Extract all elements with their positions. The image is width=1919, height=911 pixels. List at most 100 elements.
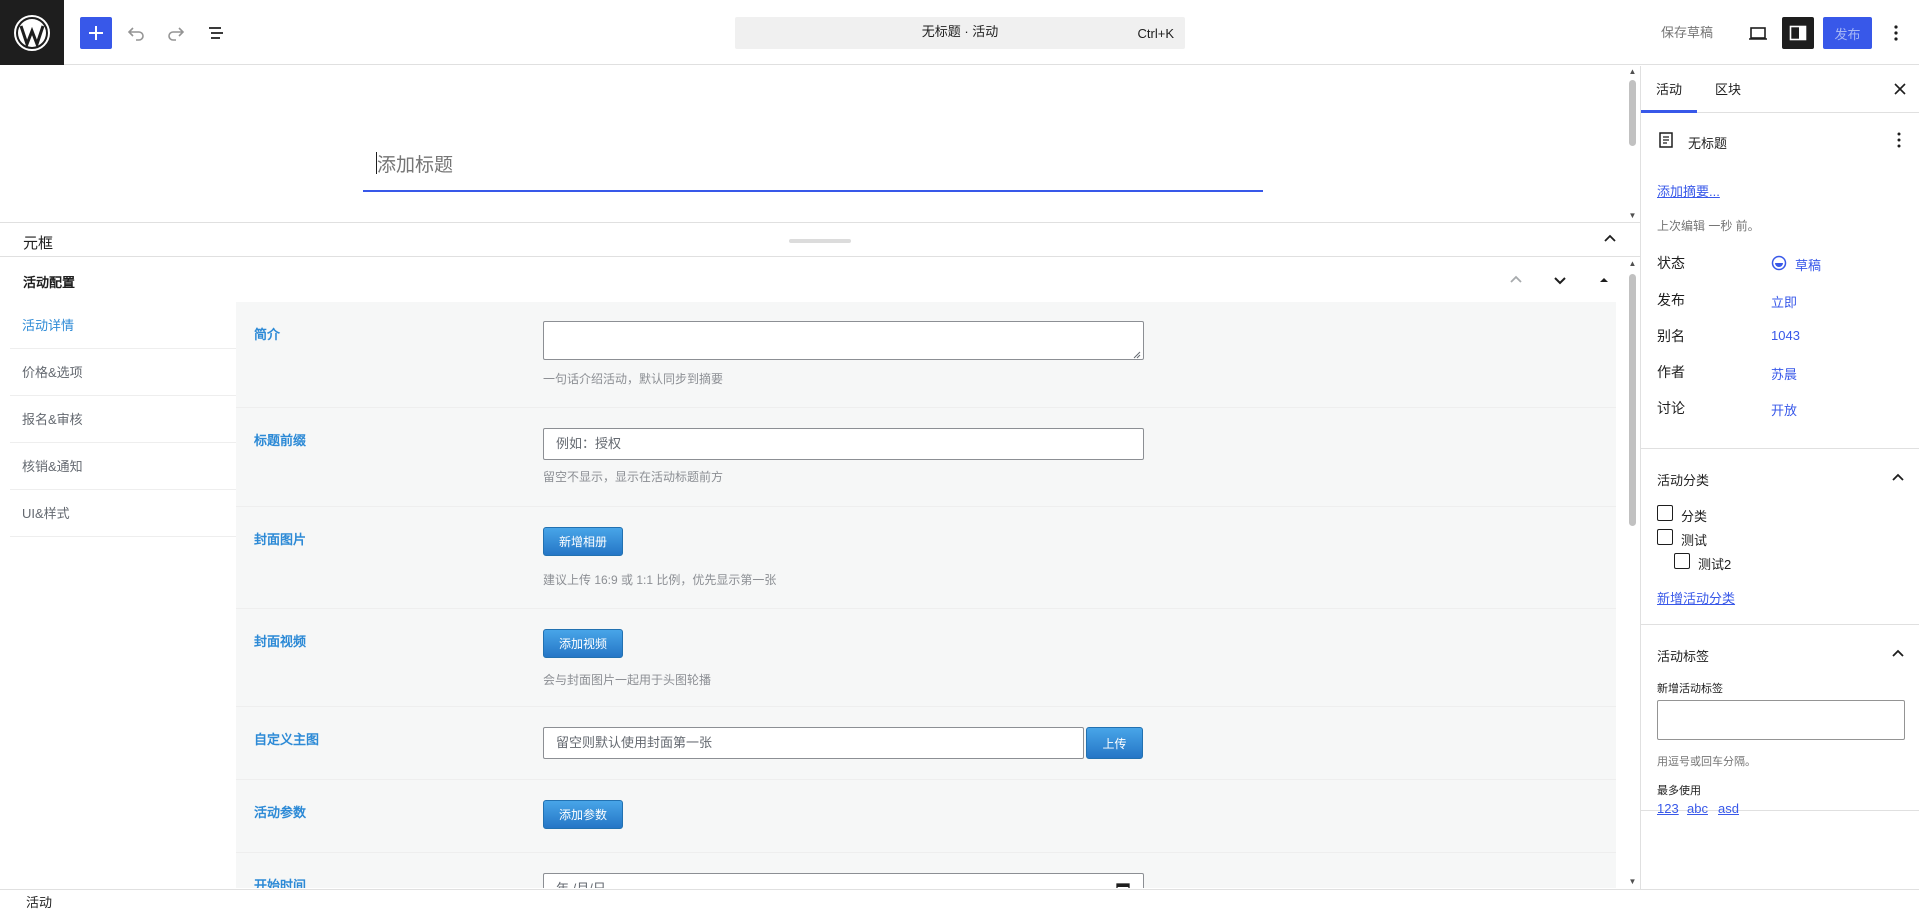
title-placeholder: 添加标题	[377, 155, 454, 176]
tab-block[interactable]: 区块	[1700, 66, 1756, 113]
params-label: 活动参数	[254, 805, 307, 820]
resize-grip-icon	[1133, 351, 1141, 359]
category-label: 测试2	[1698, 557, 1732, 572]
tab-ui-style[interactable]: UI&样式	[10, 490, 236, 537]
field-row-params: 活动参数 添加参数	[236, 780, 1616, 853]
metabox-title: 活动配置	[23, 275, 76, 290]
scroll-up-arrow[interactable]: ▲	[1628, 260, 1637, 268]
chevron-up-icon[interactable]	[1602, 231, 1618, 247]
upload-button[interactable]: 上传	[1086, 727, 1143, 759]
tab-activity-details[interactable]: 活动详情	[10, 302, 236, 349]
category-checkbox[interactable]	[1657, 505, 1673, 521]
add-block-button[interactable]	[80, 17, 112, 49]
settings-toggle-button[interactable]	[1782, 17, 1814, 49]
calendar-icon[interactable]	[1116, 882, 1130, 888]
more-vertical-icon[interactable]	[1890, 131, 1908, 149]
start-time-input[interactable]: 年 /月/日	[543, 873, 1144, 888]
field-row-cover-image: 封面图片 新增相册 建议上传 16:9 或 1:1 比例，优先显示第一张	[236, 507, 1616, 609]
publish-value[interactable]: 立即	[1771, 292, 1797, 311]
resize-handle[interactable]	[789, 239, 851, 243]
command-palette-bar[interactable]: 无标题 · 活动 Ctrl+K	[735, 17, 1185, 49]
intro-help: 一句话介绍活动，默认同步到摘要	[543, 372, 724, 386]
prefix-input[interactable]: 例如：授权	[543, 428, 1144, 460]
close-icon[interactable]	[1890, 79, 1910, 99]
status-value[interactable]: 草稿	[1795, 255, 1821, 274]
sidebar-tabs: 活动 区块	[1641, 66, 1919, 113]
category-checkbox[interactable]	[1657, 529, 1673, 545]
tags-title[interactable]: 活动标签	[1657, 646, 1709, 665]
chevron-up-icon[interactable]	[1890, 646, 1906, 662]
desktop-icon	[1749, 27, 1767, 40]
tab-price-options[interactable]: 价格&选项	[10, 349, 236, 396]
author-label: 作者	[1657, 364, 1685, 380]
post-title-input[interactable]	[363, 80, 1263, 192]
metabox-tabs: 活动详情 价格&选项 报名&审核 核销&通知 UI&样式	[10, 302, 236, 537]
publish-button[interactable]: 发布	[1823, 17, 1872, 49]
add-video-button[interactable]: 添加视频	[543, 629, 624, 658]
draft-status-icon	[1771, 255, 1787, 271]
author-value[interactable]: 苏晨	[1771, 364, 1797, 383]
last-edited: 上次编辑 一秒 前。	[1657, 219, 1760, 233]
scroll-down-arrow[interactable]: ▼	[1628, 212, 1637, 220]
undo-button[interactable]	[120, 17, 152, 49]
add-excerpt-link[interactable]: 添加摘要...	[1657, 181, 1720, 200]
document-overview-button[interactable]	[200, 17, 232, 49]
metabox-area-header: 元框	[0, 222, 1640, 257]
list-view-icon	[209, 27, 223, 39]
discussion-label: 讨论	[1657, 400, 1685, 416]
field-row-prefix: 标题前缀 例如：授权 留空不显示，显示在活动标题前方	[236, 408, 1616, 507]
scroll-up-arrow[interactable]: ▲	[1628, 68, 1637, 76]
scroll-down-arrow[interactable]: ▼	[1628, 878, 1637, 886]
metabox-area-title: 元框	[23, 235, 54, 252]
custom-main-input[interactable]: 留空则默认使用封面第一张	[543, 727, 1084, 759]
categories-title[interactable]: 活动分类	[1657, 470, 1709, 489]
tag-link[interactable]: asd	[1718, 801, 1739, 816]
field-row-start-time: 开始时间 年 /月/日	[236, 853, 1616, 888]
tab-registration-review[interactable]: 报名&审核	[10, 396, 236, 443]
breadcrumb-item[interactable]: 活动	[26, 892, 52, 911]
move-down-button[interactable]	[1550, 270, 1570, 290]
field-row-custom-main: 自定义主图 留空则默认使用封面第一张 上传	[236, 707, 1616, 780]
status-label: 状态	[1657, 255, 1685, 271]
discussion-value[interactable]: 开放	[1771, 400, 1797, 419]
move-up-button[interactable]	[1506, 270, 1526, 290]
slug-value[interactable]: 1043	[1771, 328, 1800, 343]
post-summary-panel: 无标题 添加摘要... 上次编辑 一秒 前。 状态 草稿 发布 立即 别名 10…	[1641, 113, 1919, 449]
chevron-up-icon[interactable]	[1890, 470, 1906, 486]
tab-verify-notify[interactable]: 核销&通知	[10, 443, 236, 490]
command-shortcut: Ctrl+K	[1137, 26, 1174, 41]
tab-post[interactable]: 活动	[1641, 66, 1697, 113]
intro-textarea[interactable]	[543, 321, 1144, 360]
slug-label: 别名	[1657, 328, 1685, 344]
tag-link[interactable]: 123	[1657, 801, 1679, 816]
editor-scrollbar[interactable]: ▲ ▼	[1628, 66, 1637, 222]
cover-video-label: 封面视频	[254, 634, 307, 649]
save-draft-button[interactable]: 保存草稿	[1661, 17, 1713, 49]
categories-panel: 活动分类 分类 测试 测试2 新增活动分类	[1641, 449, 1919, 625]
tags-panel: 活动标签 新增活动标签 用逗号或回车分隔。 最多使用 123 abc asd	[1641, 625, 1919, 816]
cover-image-label: 封面图片	[254, 532, 307, 547]
preview-button[interactable]	[1742, 17, 1774, 49]
caret-up-icon	[1600, 278, 1608, 282]
cover-image-help: 建议上传 16:9 或 1:1 比例，优先显示第一张	[543, 573, 777, 587]
post-title: 无标题	[1688, 136, 1728, 151]
activity-config-metabox: 活动配置 活动详情 价格&选项 报名&审核 核销&通知 UI&样式 简介 一句话…	[0, 258, 1628, 888]
scrollbar-thumb[interactable]	[1629, 274, 1636, 526]
redo-button[interactable]	[160, 17, 192, 49]
tag-link[interactable]: abc	[1687, 801, 1708, 816]
scrollbar-thumb[interactable]	[1629, 80, 1636, 146]
add-params-button[interactable]: 添加参数	[543, 800, 624, 829]
options-menu-button[interactable]	[1880, 17, 1912, 49]
toggle-panel-button[interactable]	[1594, 270, 1614, 290]
category-label: 测试	[1681, 533, 1708, 548]
chevron-up-icon	[1510, 275, 1522, 283]
new-tag-input[interactable]	[1657, 700, 1905, 740]
undo-icon	[127, 27, 144, 41]
add-gallery-button[interactable]: 新增相册	[543, 527, 624, 556]
wordpress-logo-icon[interactable]	[0, 0, 64, 65]
category-checkbox[interactable]	[1674, 553, 1690, 569]
document-title: 无标题 · 活动	[921, 24, 999, 39]
metabox-scrollbar[interactable]: ▲ ▼	[1628, 258, 1637, 889]
add-category-link[interactable]: 新增活动分类	[1657, 588, 1735, 607]
tag-hint: 用逗号或回车分隔。	[1657, 756, 1756, 768]
